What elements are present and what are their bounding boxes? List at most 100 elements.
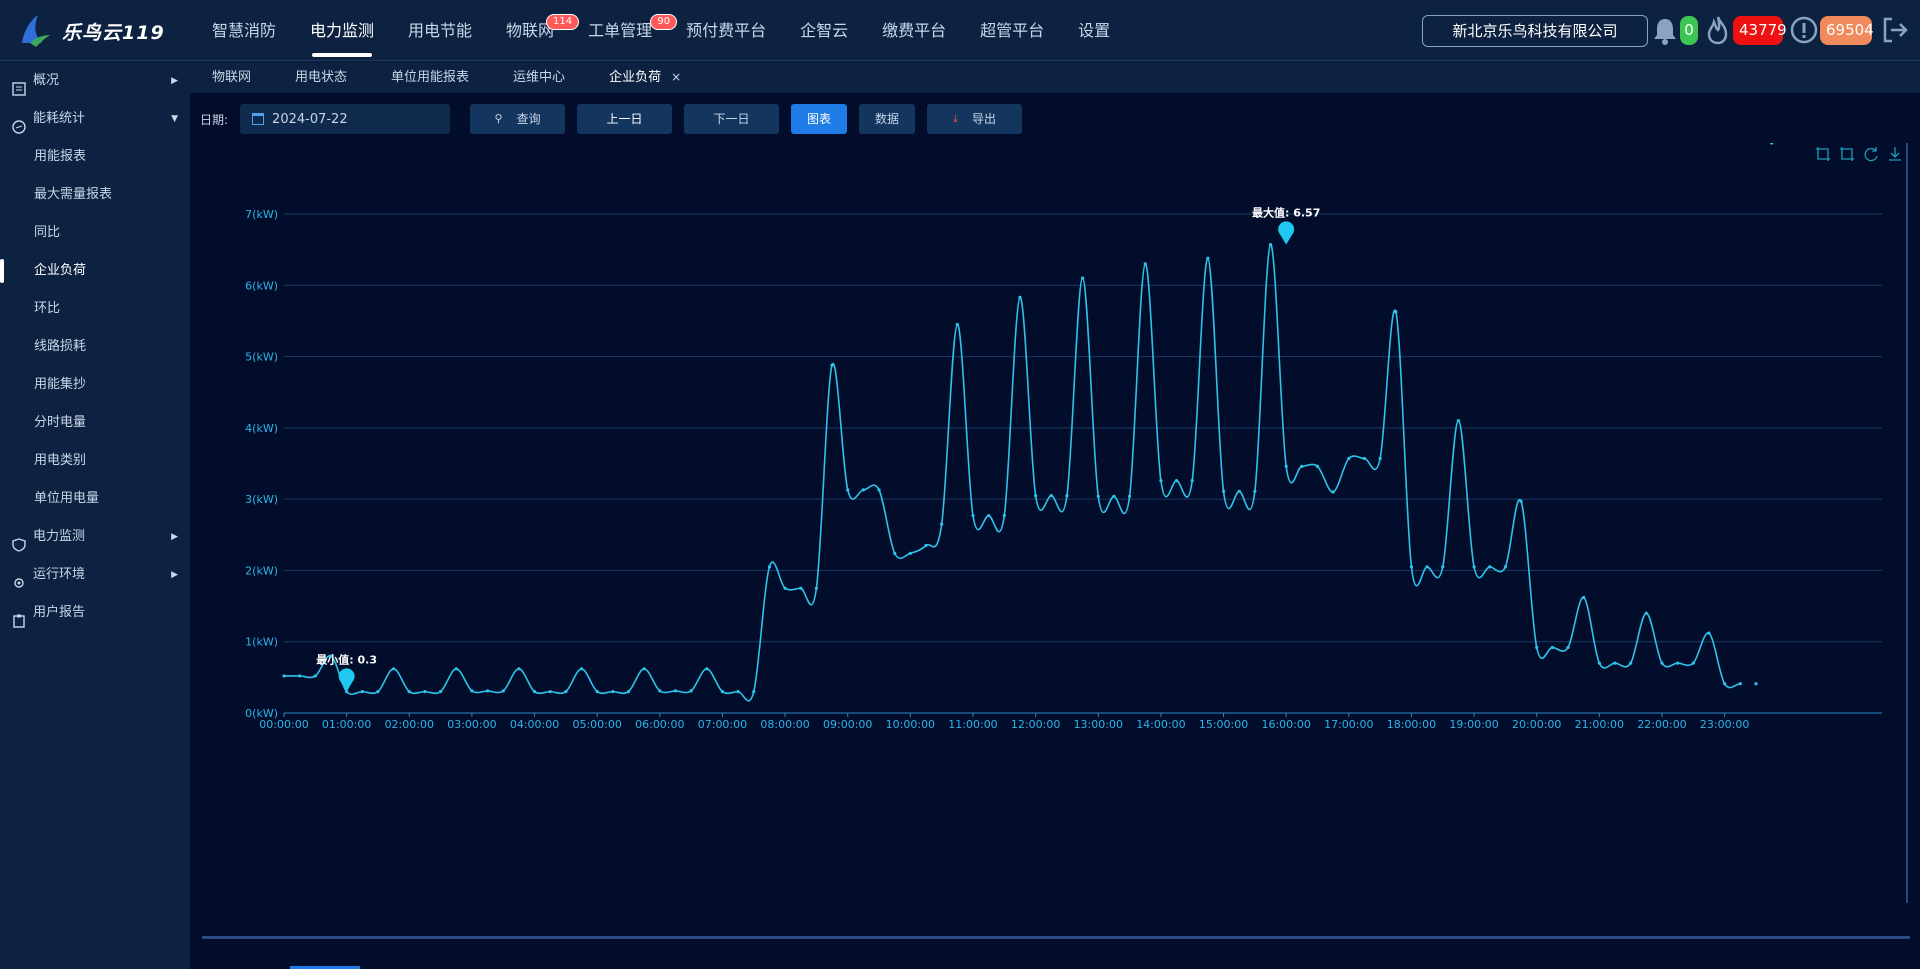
date-picker[interactable]: 2024-07-22 — [240, 104, 451, 134]
data-point — [376, 690, 380, 694]
data-point — [1676, 661, 1680, 665]
data-point — [454, 667, 458, 671]
clipboard-icon — [12, 606, 26, 628]
data-point — [1237, 489, 1241, 493]
bell-icon[interactable] — [1652, 14, 1680, 46]
data-point — [861, 488, 865, 492]
nav-energy-saving[interactable]: 用电节能 — [391, 0, 489, 61]
company-selector[interactable]: 新北京乐鸟科技有限公司 — [1422, 15, 1648, 47]
nav-smart-fire[interactable]: 智慧消防 — [195, 0, 293, 61]
data-view-button[interactable]: 数据 — [859, 104, 916, 134]
nav-payment[interactable]: 缴费平台 — [865, 0, 963, 61]
data-point — [673, 689, 678, 693]
tab-iot[interactable]: 物联网 — [190, 62, 273, 93]
data-point — [626, 690, 631, 694]
alert-icon[interactable] — [1789, 14, 1818, 46]
sidebar-sub-usage-category[interactable]: 用电类别 — [0, 442, 190, 480]
sidebar-sub-line-loss[interactable]: 线路损耗 — [0, 328, 190, 366]
data-point — [423, 690, 427, 694]
sidebar-sub-unit-usage[interactable]: 单位用电量 — [0, 480, 190, 518]
export-button[interactable]: ⤓ 导出 — [927, 104, 1023, 134]
report-icon — [12, 74, 26, 96]
x-tick-label: 14:00:00 — [1136, 718, 1185, 731]
x-tick-label: 18:00:00 — [1387, 718, 1436, 731]
sidebar-item-user-report[interactable]: 用户报告 — [0, 594, 190, 632]
x-tick-label: 07:00:00 — [698, 718, 747, 731]
data-point — [392, 667, 396, 671]
data-point — [1284, 464, 1288, 468]
x-tick-label: 12:00:00 — [1011, 718, 1060, 731]
x-tick-label: 17:00:00 — [1324, 718, 1373, 731]
sidebar-item-power-monitor[interactable]: 电力监测 ▶ — [0, 518, 190, 556]
x-tick-label: 00:00:00 — [259, 718, 308, 731]
data-point — [517, 667, 521, 671]
brand-logo[interactable]: 乐鸟云119 — [16, 10, 186, 52]
data-point — [783, 586, 787, 590]
sidebar-sub-enterprise-load[interactable]: 企业负荷 — [0, 252, 190, 290]
nav-enterprise-cloud[interactable]: 企智云 — [783, 0, 865, 61]
data-point — [548, 690, 552, 694]
tab-power-status[interactable]: 用电状态 — [273, 62, 369, 93]
sidebar-sub-time-of-use[interactable]: 分时电量 — [0, 404, 190, 442]
sidebar-sub-energy-report[interactable]: 用能报表 — [0, 138, 190, 176]
fire-alarm-count[interactable]: 43779 — [1733, 16, 1787, 45]
data-point — [1300, 464, 1304, 468]
data-point — [1535, 645, 1539, 650]
logout-icon[interactable] — [1880, 14, 1908, 46]
sidebar-sub-yoy[interactable]: 同比 — [0, 214, 190, 252]
nav-super-admin[interactable]: 超管平台 — [963, 0, 1061, 61]
marker-label: 最小值: 0.3 — [316, 653, 377, 667]
prev-day-button[interactable]: 上一日 — [577, 104, 673, 134]
nav-work-orders[interactable]: 工单管理 90 — [571, 0, 678, 61]
data-point — [1347, 456, 1351, 461]
chevron-down-icon: ▼ — [171, 114, 178, 124]
close-icon[interactable]: × — [671, 70, 681, 84]
data-point — [1738, 682, 1742, 686]
nav-prepaid[interactable]: 预付费平台 — [669, 0, 783, 61]
fire-icon[interactable] — [1704, 14, 1732, 46]
gauge-icon — [12, 112, 26, 134]
next-day-button[interactable]: 下一日 — [684, 104, 780, 134]
data-point — [1660, 661, 1664, 665]
horizontal-scrollbar[interactable] — [202, 936, 1910, 939]
marker-pin — [1278, 221, 1295, 245]
tab-enterprise-load[interactable]: 企业负荷 × — [587, 62, 703, 93]
sidebar-sub-mom[interactable]: 环比 — [0, 290, 190, 328]
query-button[interactable]: ⚲ 查询 — [470, 104, 566, 134]
nav-power-monitor[interactable]: 电力监测 — [293, 0, 391, 61]
data-point — [1644, 611, 1648, 615]
tab-unit-energy-report[interactable]: 单位用能报表 — [369, 62, 491, 93]
data-point — [532, 690, 537, 694]
search-icon: ⚲ — [494, 112, 503, 125]
nav-iot[interactable]: 物联网 114 — [489, 0, 580, 61]
nav-settings[interactable]: 设置 — [1061, 0, 1127, 61]
x-tick-label: 16:00:00 — [1261, 718, 1310, 731]
data-point — [611, 690, 615, 694]
chart-view-button[interactable]: 图表 — [791, 104, 848, 134]
data-point — [705, 667, 709, 671]
data-point — [470, 689, 474, 693]
data-point — [1723, 682, 1727, 686]
data-point — [1550, 645, 1554, 650]
marker-label: 最大值: 6.57 — [1252, 206, 1320, 220]
data-point — [1268, 243, 1273, 247]
sidebar-item-environment[interactable]: 运行环境 ▶ — [0, 556, 190, 594]
tab-ops-center[interactable]: 运维中心 — [491, 62, 587, 93]
data-point — [1018, 295, 1022, 300]
shield-icon — [12, 530, 26, 552]
data-point — [846, 488, 850, 492]
sidebar-item-energy-stats[interactable]: 能耗统计 ▼ — [0, 100, 190, 138]
brand-name: 乐鸟云119 — [62, 21, 165, 44]
sidebar-sub-meter-reading[interactable]: 用能集抄 — [0, 366, 190, 404]
alert-count[interactable]: 69504 — [1820, 16, 1874, 45]
chevron-right-icon: ▶ — [171, 532, 178, 542]
data-point — [1441, 565, 1445, 569]
data-point — [282, 674, 286, 678]
sidebar-item-overview[interactable]: 概况 ▶ — [0, 62, 190, 100]
sidebar-sub-max-demand[interactable]: 最大需量报表 — [0, 176, 190, 214]
data-point — [1143, 262, 1147, 266]
data-point — [1566, 645, 1570, 650]
data-point — [1394, 310, 1398, 314]
data-point — [313, 674, 317, 678]
filter-toolbar: 日期: 2024-07-22 ⚲ 查询 上一日 下一日 图表 数据 ⤓ 导出 — [200, 103, 1034, 135]
